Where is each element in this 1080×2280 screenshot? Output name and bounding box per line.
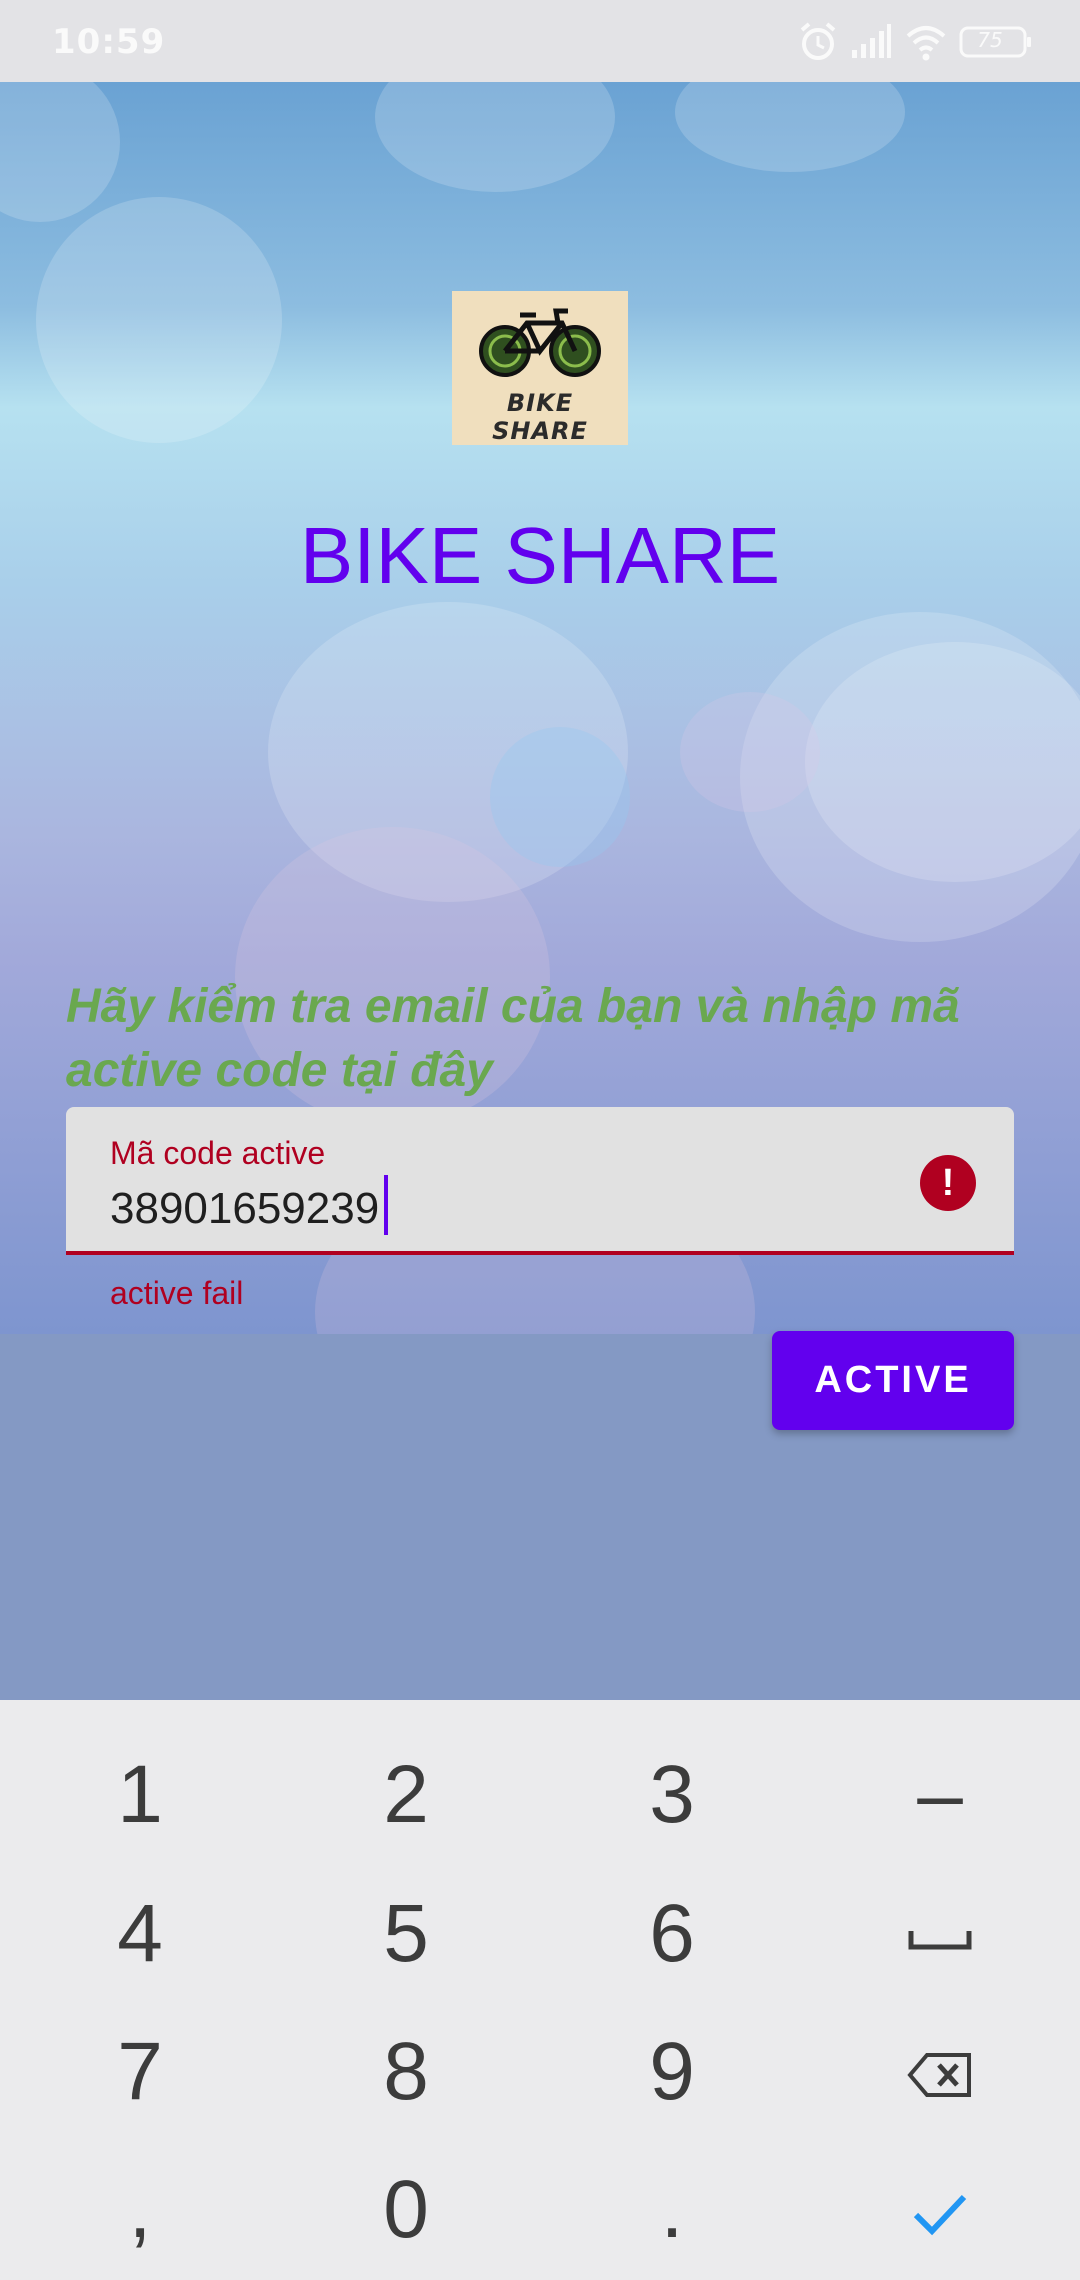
active-code-field[interactable]: Mã code active ! — [66, 1107, 1014, 1255]
app-title: BIKE SHARE — [299, 511, 781, 600]
key-9[interactable]: 9 — [537, 2002, 807, 2142]
space-icon — [908, 1931, 972, 1950]
key-8-label: 8 — [383, 2026, 429, 2117]
key-5[interactable]: 5 — [271, 1864, 541, 2004]
key-1-label: 1 — [117, 1749, 163, 1840]
key-3[interactable]: 3 — [537, 1725, 807, 1865]
status-icons: 75 — [798, 20, 1034, 64]
key-0[interactable]: 0 — [271, 2140, 541, 2280]
key-2-label: 2 — [383, 1749, 429, 1840]
key-minus[interactable]: – — [805, 1725, 1075, 1865]
key-9-label: 9 — [649, 2026, 695, 2117]
key-5-label: 5 — [383, 1888, 429, 1979]
error-helper-text: active fail — [110, 1275, 244, 1311]
active-code-input[interactable] — [110, 1181, 890, 1237]
numeric-keyboard: 1 2 3 – 4 5 6 7 8 9 , 0 . — [0, 1700, 1080, 2280]
key-0-label: 0 — [383, 2164, 429, 2255]
key-period-label: . — [660, 2164, 684, 2255]
key-space[interactable] — [805, 1864, 1075, 2004]
key-7-label: 7 — [117, 2026, 163, 2117]
signal-icon — [852, 24, 891, 58]
key-7[interactable]: 7 — [5, 2002, 275, 2142]
key-6[interactable]: 6 — [537, 1864, 807, 2004]
alarm-icon — [800, 22, 836, 60]
field-label: Mã code active — [110, 1135, 326, 1171]
key-backspace[interactable] — [805, 2002, 1075, 2142]
battery-level: 75 — [977, 28, 1003, 52]
wifi-icon — [906, 26, 946, 61]
key-minus-label: – — [917, 1749, 963, 1840]
instruction-text: Hãy kiểm tra email của bạn và nhập mã ac… — [66, 980, 960, 1097]
key-3-label: 3 — [649, 1749, 695, 1840]
key-done[interactable] — [805, 2140, 1075, 2280]
key-8[interactable]: 8 — [271, 2002, 541, 2142]
key-1[interactable]: 1 — [5, 1725, 275, 1865]
key-comma[interactable]: , — [5, 2140, 275, 2280]
key-4[interactable]: 4 — [5, 1864, 275, 2004]
key-period[interactable]: . — [537, 2140, 807, 2280]
active-button[interactable]: ACTIVE — [772, 1331, 1014, 1430]
checkmark-icon — [913, 2194, 967, 2236]
key-comma-label: , — [128, 2164, 152, 2255]
key-2[interactable]: 2 — [271, 1725, 541, 1865]
status-bar: 10:59 75 — [0, 0, 1080, 82]
key-6-label: 6 — [649, 1888, 695, 1979]
error-icon: ! — [920, 1155, 976, 1211]
bike-share-logo: BIKE SHARE — [452, 291, 628, 445]
bicycle-icon — [479, 308, 601, 377]
status-time: 10:59 — [52, 22, 166, 62]
key-4-label: 4 — [117, 1888, 163, 1979]
logo-text: BIKE SHARE — [492, 389, 588, 445]
backspace-icon — [907, 2053, 971, 2097]
text-cursor — [384, 1175, 388, 1235]
